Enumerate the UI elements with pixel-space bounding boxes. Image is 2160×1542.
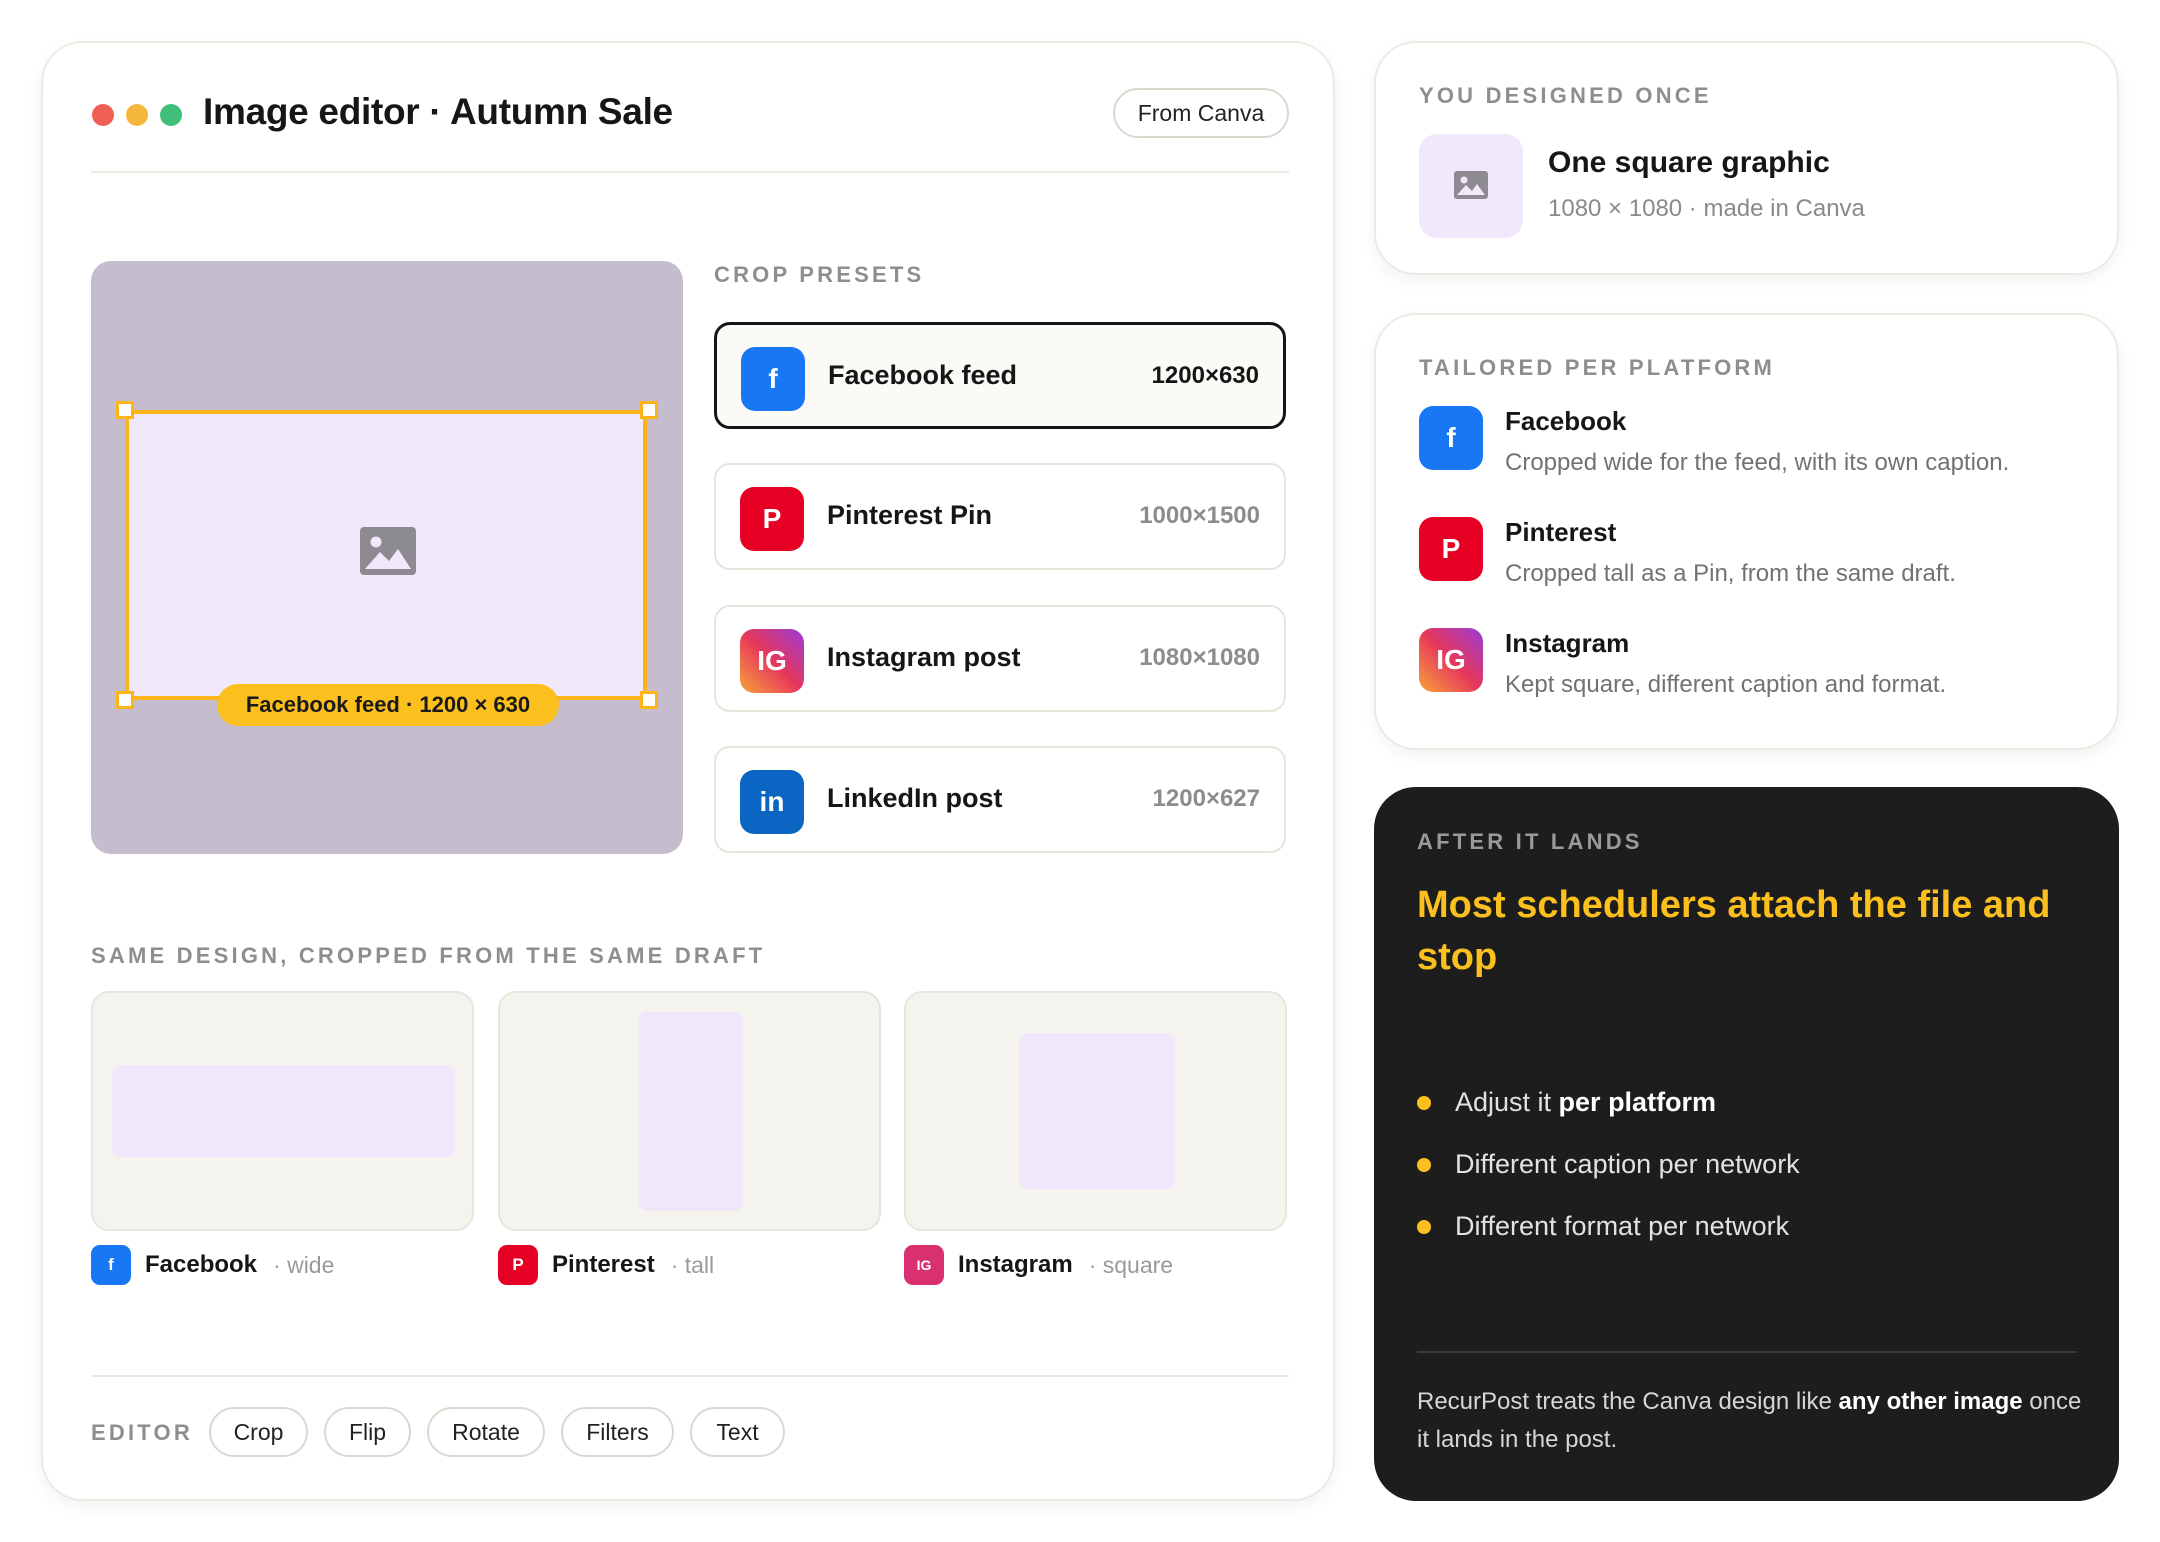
preset-size: 1200×627 <box>1152 785 1260 812</box>
header-divider <box>91 171 1289 173</box>
thumb-pinterest-tall[interactable] <box>498 991 881 1231</box>
bullet-item: Different format per network <box>1417 1211 1789 1242</box>
instagram-icon: IG <box>904 1245 944 1285</box>
preset-instagram-post[interactable]: IG Instagram post 1080×1080 <box>714 605 1286 712</box>
pinterest-icon: P <box>498 1245 538 1285</box>
thumb-shape-desc: · wide <box>273 1251 335 1278</box>
editor-tools-label: EDITOR <box>91 1420 193 1445</box>
bullet-item: Adjust it per platform <box>1417 1087 1716 1118</box>
thumb-caption-pinterest: P Pinterest · tall <box>498 1245 714 1285</box>
window-controls <box>92 104 182 126</box>
bullet-item: Different caption per network <box>1417 1149 1800 1180</box>
crop-handle-top-right[interactable] <box>640 401 658 419</box>
maximize-window-dot[interactable] <box>160 104 182 126</box>
preset-pinterest-pin[interactable]: P Pinterest Pin 1000×1500 <box>714 463 1286 570</box>
graphic-thumbnail <box>1419 134 1523 238</box>
same-design-label: SAME DESIGN, CROPPED FROM THE SAME DRAFT <box>91 943 766 968</box>
graphic-title: One square graphic <box>1548 146 1830 179</box>
facebook-icon: f <box>741 347 805 411</box>
preset-name: Facebook feed <box>828 360 1018 390</box>
crop-size-label: Facebook feed · 1200 × 630 <box>217 684 559 726</box>
square-crop-preview <box>1019 1033 1175 1189</box>
bullet-text: Adjust it <box>1455 1087 1559 1117</box>
rotate-button[interactable]: Rotate <box>427 1407 545 1457</box>
preset-size: 1000×1500 <box>1139 502 1260 529</box>
after-headline: Most schedulers attach the file and stop <box>1417 884 2051 978</box>
thumb-facebook-wide[interactable] <box>91 991 474 1231</box>
designed-once-label: YOU DESIGNED ONCE <box>1419 83 1712 108</box>
bullet-text: Different format per network <box>1455 1211 1790 1241</box>
preset-size: 1080×1080 <box>1139 644 1260 671</box>
platform-name: Pinterest <box>1505 517 1617 547</box>
crop-handle-top-left[interactable] <box>116 401 134 419</box>
pinterest-icon: P <box>1419 517 1483 581</box>
preset-size: 1200×630 <box>1151 362 1259 389</box>
crop-button[interactable]: Crop <box>209 1407 308 1457</box>
thumb-caption-facebook: f Facebook · wide <box>91 1245 334 1285</box>
editor-title: Image editor · Autumn Sale <box>203 91 673 132</box>
image-icon <box>1454 171 1488 199</box>
preset-name: LinkedIn post <box>827 783 1003 813</box>
tailored-label: TAILORED PER PLATFORM <box>1419 355 1776 380</box>
bullet-emphasis: per platform <box>1558 1087 1717 1117</box>
instagram-icon: IG <box>740 629 804 693</box>
thumb-shape-desc: · tall <box>670 1251 715 1278</box>
bullet-text: Different caption per network <box>1455 1149 1800 1179</box>
preset-name: Pinterest Pin <box>827 500 993 530</box>
preset-name: Instagram post <box>827 642 1021 672</box>
close-window-dot[interactable] <box>92 104 114 126</box>
facebook-icon: f <box>91 1245 131 1285</box>
flip-button[interactable]: Flip <box>324 1407 411 1457</box>
image-placeholder-icon <box>360 527 416 575</box>
image-editor-card: Image editor · Autumn Sale From Canva Fa… <box>41 41 1335 1501</box>
source-badge: From Canva <box>1113 88 1289 138</box>
after-it-lands-card: AFTER IT LANDS Most schedulers attach th… <box>1374 787 2119 1501</box>
platform-name: Instagram <box>1505 628 1630 658</box>
platform-desc: Kept square, different caption and forma… <box>1505 671 1947 698</box>
thumb-caption-instagram: IG Instagram · square <box>904 1245 1173 1285</box>
tailored-per-platform-card: TAILORED PER PLATFORM f Facebook Cropped… <box>1374 313 2119 750</box>
bullet-dot-icon <box>1417 1095 1431 1110</box>
facebook-icon: f <box>1419 406 1483 470</box>
filters-button[interactable]: Filters <box>561 1407 674 1457</box>
platform-desc: Cropped wide for the feed, with its own … <box>1505 449 2010 476</box>
thumb-shape-desc: · square <box>1088 1251 1174 1278</box>
crop-area[interactable] <box>125 410 647 700</box>
pinterest-icon: P <box>740 487 804 551</box>
linkedin-icon: in <box>740 770 804 834</box>
text-button[interactable]: Text <box>690 1407 785 1457</box>
thumb-instagram-square[interactable] <box>904 991 1287 1231</box>
bullet-dot-icon <box>1417 1219 1431 1234</box>
crop-handle-bottom-left[interactable] <box>116 691 134 709</box>
thumb-platform-name: Pinterest <box>552 1251 655 1278</box>
thumb-platform-name: Facebook <box>145 1251 258 1278</box>
platform-name: Facebook <box>1505 406 1627 436</box>
preset-facebook-feed[interactable]: f Facebook feed 1200×630 <box>714 322 1286 429</box>
after-note: RecurPost treats the Canva design like a… <box>1417 1388 2082 1453</box>
designed-once-card: YOU DESIGNED ONCE One square graphic 108… <box>1374 41 2119 275</box>
instagram-icon: IG <box>1419 628 1483 692</box>
after-divider <box>1417 1351 2077 1353</box>
thumb-platform-name: Instagram <box>958 1251 1073 1278</box>
tall-crop-preview <box>639 1012 743 1211</box>
toolbar-divider <box>91 1375 1289 1377</box>
crop-handle-bottom-right[interactable] <box>640 691 658 709</box>
after-label: AFTER IT LANDS <box>1417 829 1643 854</box>
preset-linkedin-post[interactable]: in LinkedIn post 1200×627 <box>714 746 1286 853</box>
bullet-dot-icon <box>1417 1157 1431 1172</box>
graphic-dimensions: 1080 × 1080 · made in Canva <box>1548 195 1865 222</box>
minimize-window-dot[interactable] <box>126 104 148 126</box>
crop-stage[interactable]: Facebook feed · 1200 × 630 <box>91 261 683 854</box>
wide-crop-preview <box>112 1065 455 1157</box>
crop-presets-label: CROP PRESETS <box>714 262 925 287</box>
platform-desc: Cropped tall as a Pin, from the same dra… <box>1505 560 1956 587</box>
